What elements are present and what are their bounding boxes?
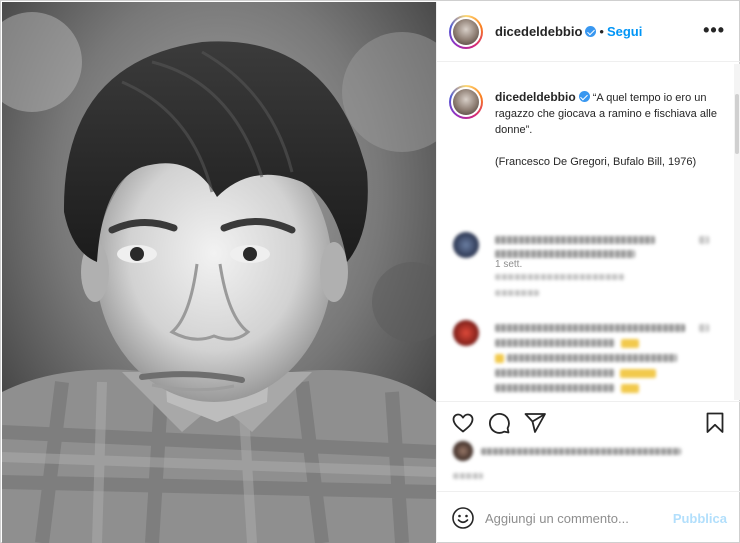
share-icon[interactable] xyxy=(523,411,547,435)
comment-like-icon[interactable] xyxy=(699,236,709,244)
likes-date xyxy=(453,473,483,479)
author-line: dicedeldebbio • Segui xyxy=(495,24,642,39)
action-bar xyxy=(437,401,740,441)
comment-avatar[interactable] xyxy=(453,232,479,258)
comment-icon[interactable] xyxy=(487,411,511,435)
comment-text xyxy=(495,369,615,377)
caption-username[interactable]: dicedeldebbio xyxy=(495,90,576,104)
smiley-icon[interactable] xyxy=(451,506,475,530)
caption-credit: (Francesco De Gregori, Bufalo Bill, 1976… xyxy=(495,156,697,168)
emoji xyxy=(620,369,656,378)
comment-text xyxy=(507,354,677,362)
comment-text xyxy=(495,250,635,258)
caption-avatar[interactable] xyxy=(449,85,483,119)
author-avatar[interactable] xyxy=(449,15,483,49)
comment-text xyxy=(495,236,655,244)
more-icon[interactable]: ••• xyxy=(703,20,725,41)
heart-icon[interactable] xyxy=(451,411,475,435)
post-time[interactable]: 1 sett. xyxy=(495,259,522,270)
emoji xyxy=(621,384,639,393)
comment-meta xyxy=(495,274,625,280)
comment-input-row: Pubblica xyxy=(437,491,740,543)
verified-icon xyxy=(585,26,597,37)
instagram-post-frame: dicedeldebbio • Segui ••• dicedeldebbio “A… xyxy=(0,0,740,543)
publish-button[interactable]: Pubblica xyxy=(673,511,727,526)
comment-replies[interactable] xyxy=(495,290,539,296)
post-header: dicedeldebbio • Segui ••• xyxy=(437,2,740,62)
post-photo[interactable] xyxy=(2,2,436,543)
comment-text xyxy=(495,324,685,332)
verified-icon xyxy=(578,91,590,102)
comment-avatar[interactable] xyxy=(453,320,479,346)
separator-dot: • xyxy=(599,24,604,39)
author-username[interactable]: dicedeldebbio xyxy=(495,24,582,39)
likes-text[interactable] xyxy=(481,448,681,455)
caption-text: dicedeldebbio “A quel tempo io ero un ra… xyxy=(495,89,720,170)
likes-summary xyxy=(437,441,740,491)
comment-like-icon[interactable] xyxy=(699,324,709,332)
emoji xyxy=(495,354,504,363)
comment-input[interactable] xyxy=(485,506,665,530)
post-side-panel: dicedeldebbio • Segui ••• dicedeldebbio “A… xyxy=(436,2,740,543)
liker-avatar[interactable] xyxy=(453,441,473,461)
emoji xyxy=(621,339,639,348)
portrait-image xyxy=(2,2,436,543)
bookmark-icon[interactable] xyxy=(703,411,727,435)
comment-text xyxy=(495,384,615,392)
follow-button[interactable]: Segui xyxy=(607,24,642,39)
comment-text xyxy=(495,339,615,347)
comments-scrollbar[interactable] xyxy=(734,64,740,400)
